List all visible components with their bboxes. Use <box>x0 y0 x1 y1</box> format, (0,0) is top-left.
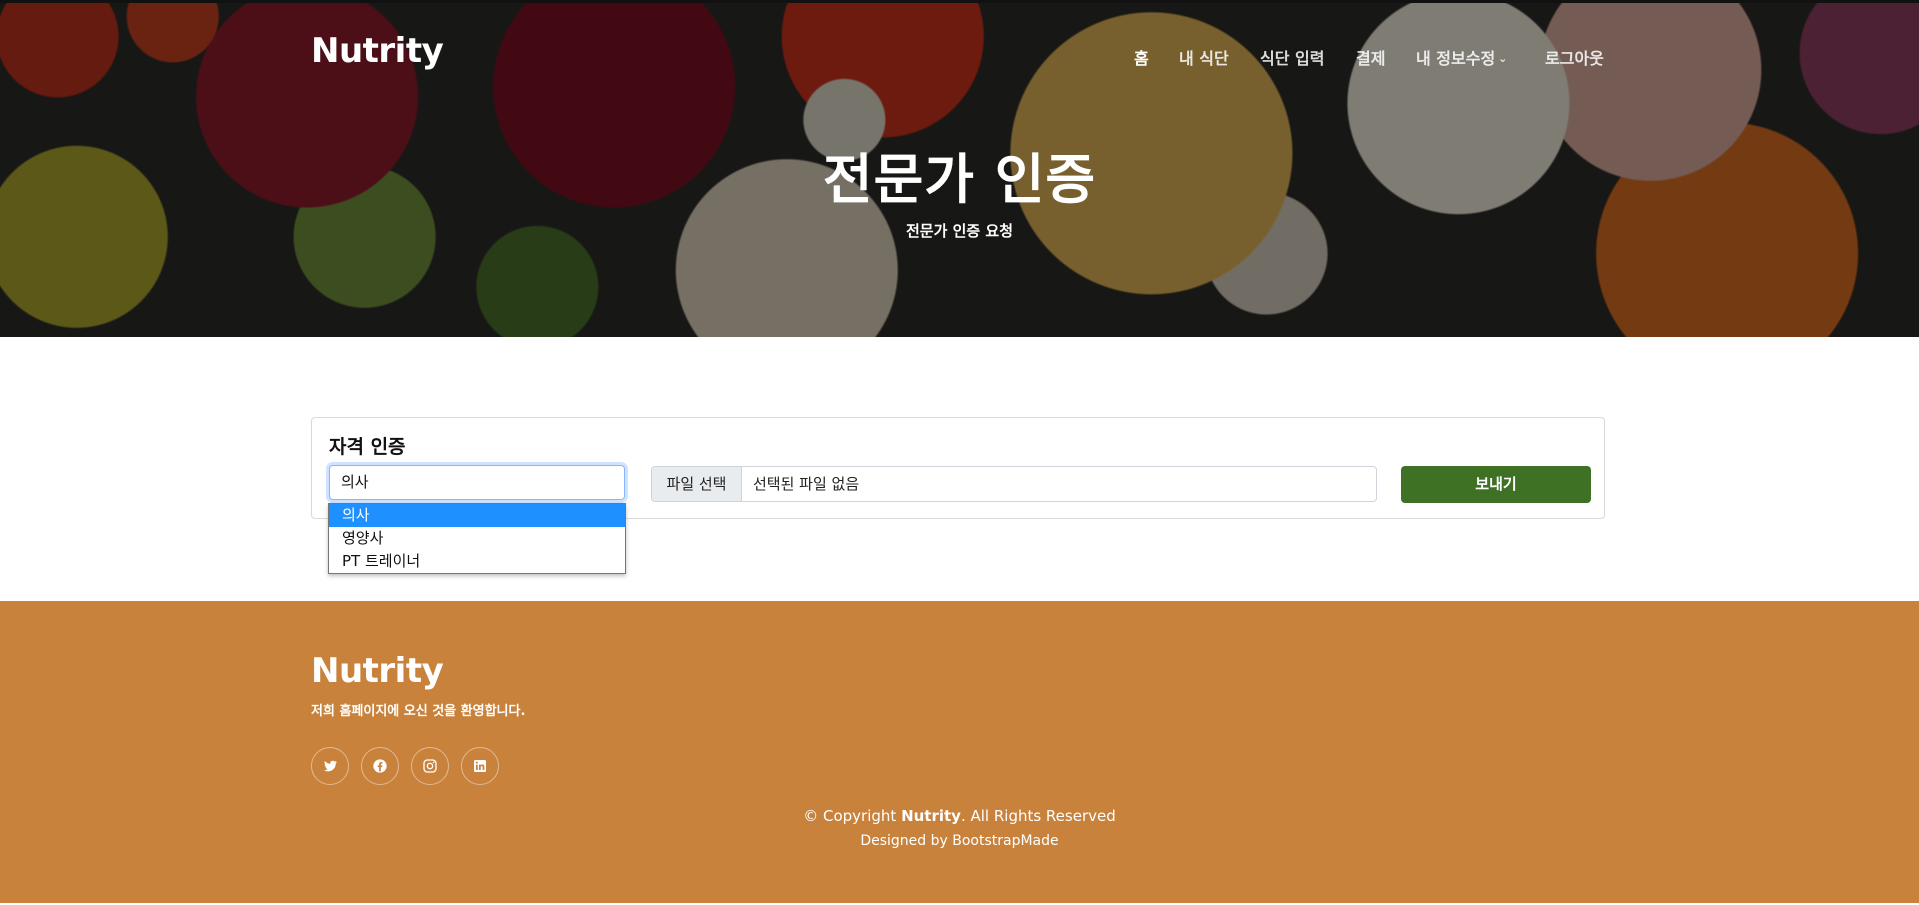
nav-item-logout[interactable]: 로그아웃 <box>1545 45 1604 69</box>
linkedin-icon <box>474 760 486 772</box>
option-doctor[interactable]: 의사 <box>329 504 625 527</box>
facebook-icon <box>373 759 387 773</box>
option-pt-trainer[interactable]: PT 트레이너 <box>329 550 625 573</box>
copyright-text: © Copyright Nutrity. All Rights Reserved <box>0 807 1919 825</box>
linkedin-link[interactable] <box>461 747 499 785</box>
form-title: 자격 인증 <box>329 436 406 458</box>
nav-item-my-diet[interactable]: 내 식단 <box>1179 45 1229 69</box>
nav-item-profile-edit-label: 내 정보수정 <box>1416 49 1496 68</box>
footer-logo: Nutrity <box>311 651 444 691</box>
file-choose-button[interactable]: 파일 선택 <box>652 467 742 501</box>
copyright-brand: Nutrity <box>901 807 961 825</box>
twitter-icon <box>324 760 338 772</box>
profession-dropdown-list: 의사 영양사 PT 트레이너 <box>328 503 626 574</box>
profession-select[interactable]: 의사 <box>329 465 625 500</box>
designed-by-text: Designed by BootstrapMade <box>860 833 1059 849</box>
chevron-down-icon: ⌄ <box>1498 52 1508 65</box>
page-subtitle: 전문가 인증 요청 <box>905 222 1014 240</box>
copyright-suffix: . All Rights Reserved <box>960 807 1116 825</box>
nav-item-payment[interactable]: 결제 <box>1356 45 1385 69</box>
nav-item-profile-edit[interactable]: 내 정보수정 ⌄ <box>1416 45 1507 69</box>
footer-welcome-text: 저희 홈페이지에 오신 것을 환영합니다. <box>311 704 526 719</box>
twitter-link[interactable] <box>311 747 349 785</box>
option-nutritionist[interactable]: 영양사 <box>329 527 625 550</box>
file-input[interactable]: 파일 선택 선택된 파일 없음 <box>651 466 1377 502</box>
copyright-prefix: © Copyright <box>803 807 897 825</box>
send-button[interactable]: 보내기 <box>1401 466 1591 503</box>
instagram-icon <box>423 759 437 773</box>
page-title: 전문가 인증 <box>822 148 1097 211</box>
facebook-link[interactable] <box>361 747 399 785</box>
instagram-link[interactable] <box>411 747 449 785</box>
file-status: 선택된 파일 없음 <box>753 475 860 493</box>
hero-section: Nutrity 홈 내 식단 식단 입력 결제 내 정보수정 ⌄ 로그아웃 전문가… <box>0 3 1919 337</box>
nav-item-home[interactable]: 홈 <box>1134 45 1149 69</box>
top-border <box>0 0 1919 3</box>
nav-item-diet-input[interactable]: 식단 입력 <box>1260 45 1324 69</box>
footer: Nutrity 저희 홈페이지에 오신 것을 환영합니다. © Copyrigh… <box>0 601 1919 905</box>
main-nav: 홈 내 식단 식단 입력 결제 내 정보수정 ⌄ 로그아웃 <box>0 45 1919 69</box>
